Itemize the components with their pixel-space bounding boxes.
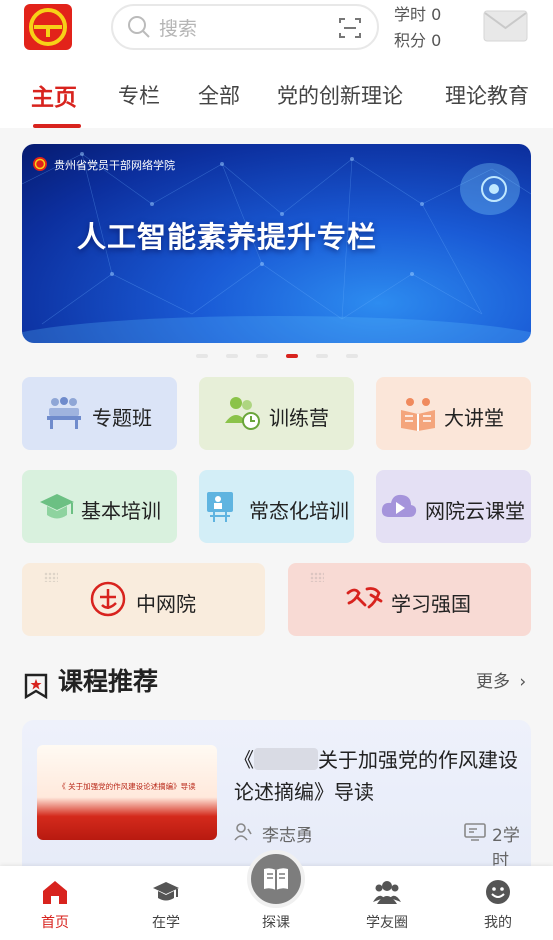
banner-org-name: 贵州省党员干部网络学院 xyxy=(54,159,175,172)
xuexiqiangguo-logo-icon xyxy=(346,587,383,609)
more-link[interactable]: 更多 › xyxy=(476,667,526,692)
thumbnail-caption: 《 关于加强党的作风建设论述摘编》导读 xyxy=(58,782,196,791)
carousel-dot[interactable] xyxy=(316,354,328,358)
section-title: 课程推荐 xyxy=(58,667,159,696)
party-emblem-icon xyxy=(33,157,47,171)
ai-head-graphic xyxy=(460,163,520,215)
tile-training-camp[interactable]: 训练营 xyxy=(199,377,354,450)
nav-label: 我的 xyxy=(484,915,512,931)
mail-icon[interactable] xyxy=(483,10,528,42)
decor-dots xyxy=(310,572,324,582)
tile-label: 学习强国 xyxy=(391,592,471,616)
zhongwangyuan-logo-icon xyxy=(90,581,126,617)
nav-me[interactable]: 我的 xyxy=(458,866,538,940)
course-hours: 2学时 xyxy=(492,826,520,871)
party-emblem-icon xyxy=(29,8,67,46)
tile-zhongwangyuan[interactable]: 中网院 xyxy=(22,563,265,636)
points: 积分 0 xyxy=(394,31,442,50)
graduation-cap-icon xyxy=(153,882,179,901)
active-tab-indicator xyxy=(33,124,81,128)
banner-title: 人工智能素养提升专栏 xyxy=(76,220,377,254)
tile-label: 训练营 xyxy=(269,406,329,430)
tile-topic-class[interactable]: 专题班 xyxy=(22,377,177,450)
nav-studying[interactable]: 在学 xyxy=(126,866,206,940)
tile-lecture-hall[interactable]: 大讲堂 xyxy=(376,377,531,450)
screen-icon xyxy=(464,823,486,841)
friends-icon xyxy=(373,881,401,904)
nav-home[interactable]: 首页 xyxy=(15,866,95,940)
tile-label: 中网院 xyxy=(136,592,196,616)
presentation-icon xyxy=(207,492,233,522)
lecturer-icon xyxy=(234,823,252,841)
promo-banner[interactable]: 贵州省党员干部网络学院 人工智能素养提升专栏 xyxy=(22,144,531,343)
nav-label: 首页 xyxy=(41,915,69,931)
category-tabs: 主页 专栏 全部 党的创新理论 理论教育 xyxy=(0,72,553,128)
decor-dots xyxy=(44,572,58,582)
tile-label: 大讲堂 xyxy=(444,406,504,430)
carousel-dot[interactable] xyxy=(256,354,268,358)
tile-xuexiqiangguo[interactable]: 学习强国 xyxy=(288,563,531,636)
explore-center-button[interactable] xyxy=(247,850,305,908)
tile-basic-training[interactable]: 基本培训 xyxy=(22,470,177,543)
scan-icon[interactable] xyxy=(339,17,361,39)
cloud-play-icon xyxy=(381,494,417,517)
chevron-right-icon: › xyxy=(519,672,527,692)
carousel-dot[interactable] xyxy=(346,354,358,358)
more-label: 更多 xyxy=(476,672,510,692)
tile-regular-training[interactable]: 常态化培训 xyxy=(199,470,354,543)
tab-home[interactable]: 主页 xyxy=(31,78,77,112)
graduation-cap-icon xyxy=(40,494,74,519)
nav-label: 学友圈 xyxy=(366,915,408,931)
tile-label: 基本培训 xyxy=(81,499,161,523)
tile-label: 专题班 xyxy=(92,406,152,430)
tab-innovation-theory[interactable]: 党的创新理论 xyxy=(277,80,403,110)
app-logo[interactable] xyxy=(24,4,72,50)
tab-all[interactable]: 全部 xyxy=(198,80,240,110)
nav-friends[interactable]: 学友圈 xyxy=(347,866,427,940)
nav-label: 探课 xyxy=(262,915,290,931)
open-book-icon xyxy=(264,868,288,890)
user-stats: 学时 0 积分 0 xyxy=(394,2,441,54)
carousel-dot[interactable] xyxy=(226,354,238,358)
study-hours: 学时 0 xyxy=(394,5,442,24)
bookmark-icon xyxy=(24,673,48,699)
tile-cloud-classroom[interactable]: 网院云课堂 xyxy=(376,470,531,543)
smile-icon xyxy=(486,880,510,904)
course-author: 李志勇 xyxy=(262,826,313,846)
search-icon xyxy=(128,16,150,38)
header: 搜索 学时 0 积分 0 主页 专栏 全部 党的创新理论 理论教育 xyxy=(0,0,553,128)
classroom-icon xyxy=(47,397,81,429)
carousel-dot-active[interactable] xyxy=(286,354,298,358)
home-icon xyxy=(43,881,67,904)
course-title: 《关于加强党的作风建设论述摘编》导读 xyxy=(234,748,518,804)
book-icon xyxy=(401,398,435,431)
redacted-text xyxy=(254,748,318,770)
nav-label: 在学 xyxy=(152,915,180,931)
course-thumbnail: 《 关于加强党的作风建设论述摘编》导读 xyxy=(37,745,217,840)
search-bar[interactable]: 搜索 xyxy=(111,4,379,50)
tile-label: 常态化培训 xyxy=(249,499,349,523)
search-placeholder: 搜索 xyxy=(159,17,198,40)
team-icon xyxy=(225,397,260,430)
tab-column[interactable]: 专栏 xyxy=(118,80,160,110)
carousel-dot[interactable] xyxy=(196,354,208,358)
tab-theory-education[interactable]: 理论教育 xyxy=(445,80,529,110)
tile-label: 网院云课堂 xyxy=(425,499,525,523)
